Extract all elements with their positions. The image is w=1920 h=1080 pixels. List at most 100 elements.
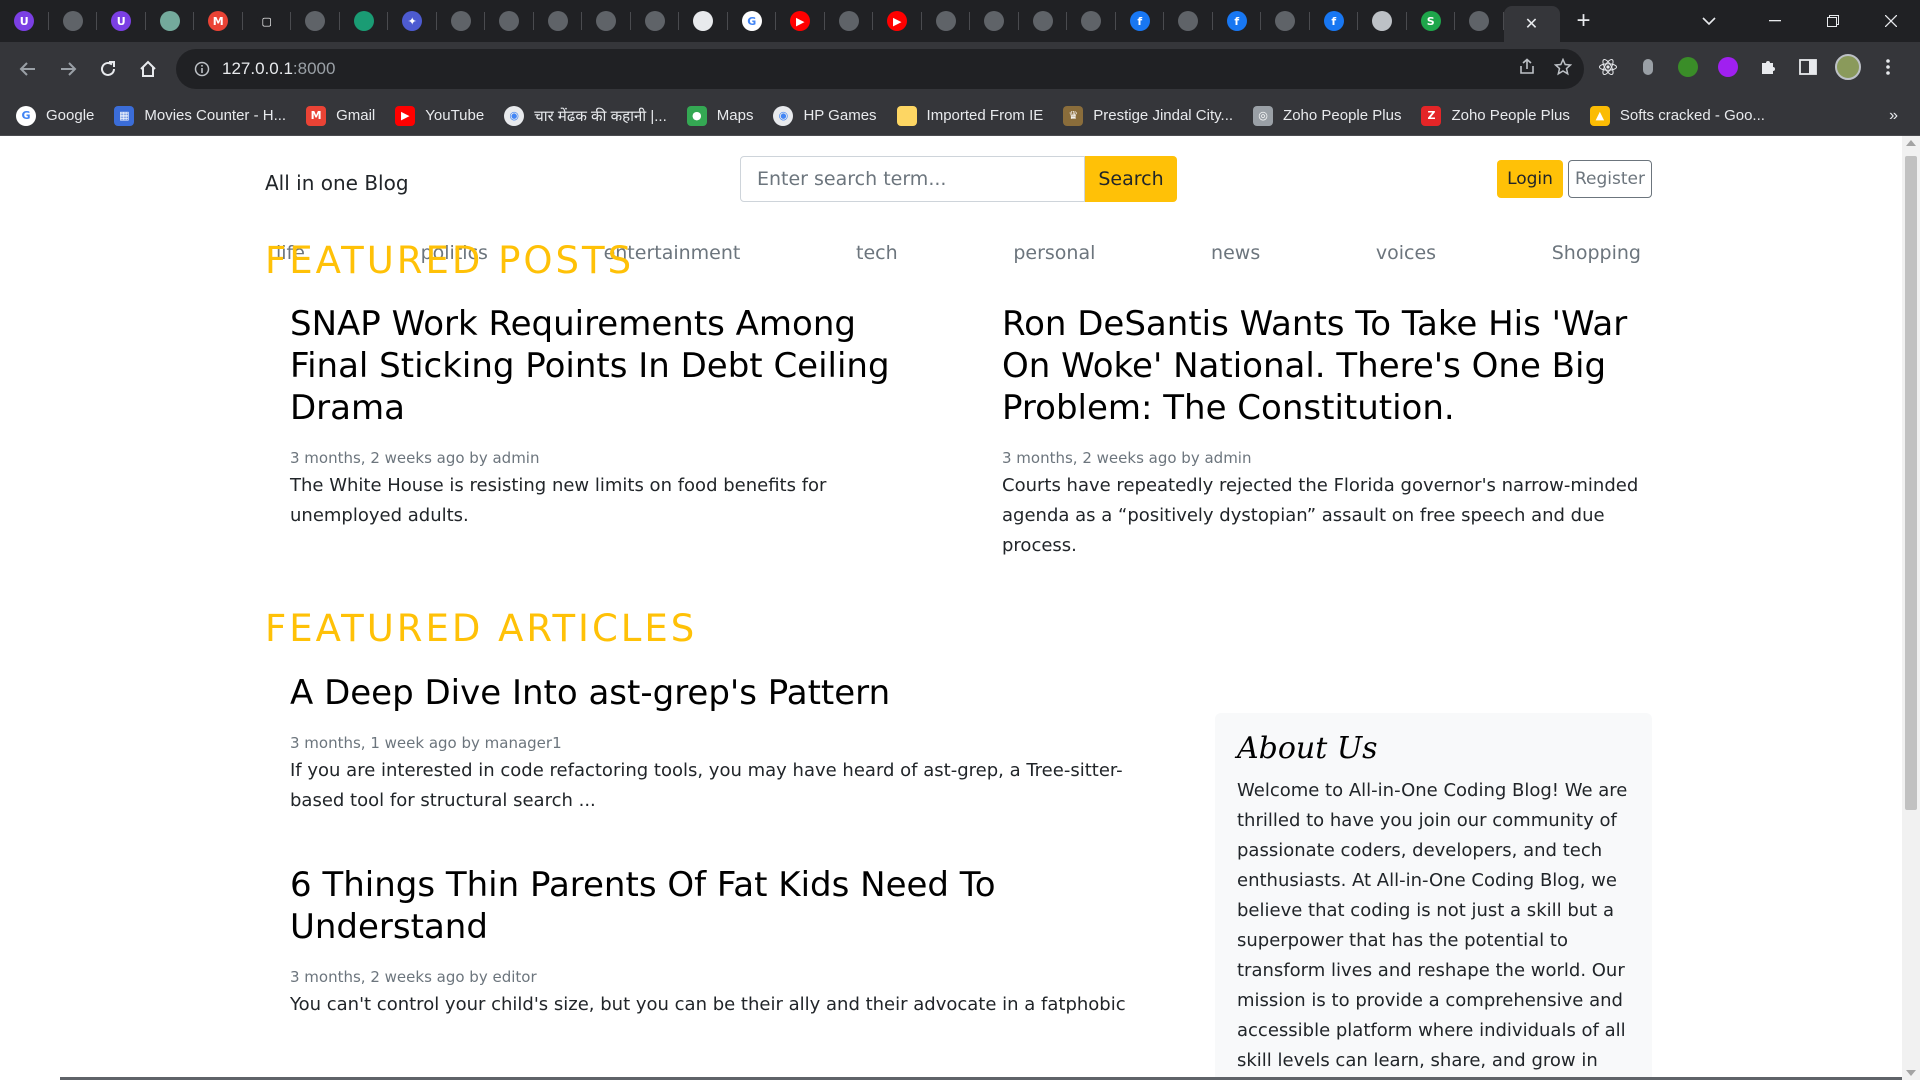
- sparkle-icon: ✦: [402, 11, 423, 31]
- browser-tab[interactable]: [437, 0, 486, 42]
- post-title[interactable]: SNAP Work Requirements Among Final Stick…: [290, 303, 930, 429]
- more-bookmarks-icon[interactable]: »: [1889, 96, 1898, 136]
- browser-tab[interactable]: [534, 0, 583, 42]
- browser-tab[interactable]: G: [728, 0, 777, 42]
- bookmark-item[interactable]: ▲ Softs cracked - Goo...: [1589, 105, 1765, 126]
- browser-tab[interactable]: [582, 0, 631, 42]
- side-panel-icon[interactable]: [1794, 53, 1822, 81]
- extension-gray-icon[interactable]: [1634, 53, 1662, 81]
- page-viewport: All in one Blog Enter search term... Sea…: [0, 136, 1902, 1080]
- browser-tab[interactable]: [49, 0, 98, 42]
- bookmark-label: Movies Counter - H...: [144, 107, 287, 124]
- close-tab-icon[interactable]: ✕: [1525, 14, 1538, 34]
- scroll-up-icon[interactable]: [1906, 140, 1916, 146]
- login-button[interactable]: Login: [1497, 160, 1563, 198]
- browser-tab[interactable]: [922, 0, 971, 42]
- puzzle-icon[interactable]: [1754, 53, 1782, 81]
- page-scrollbar[interactable]: [1902, 136, 1920, 1080]
- bookmark-item[interactable]: ● Maps: [686, 105, 753, 126]
- about-text: Welcome to All-in-One Coding Blog! We ar…: [1237, 780, 1628, 1071]
- browser-tab[interactable]: f: [1213, 0, 1262, 42]
- reload-icon[interactable]: [92, 53, 124, 85]
- about-us-card: About Us Welcome to All-in-One Coding Bl…: [1215, 713, 1652, 1080]
- minimize-icon[interactable]: [1746, 0, 1804, 42]
- browser-tab[interactable]: ▶: [873, 0, 922, 42]
- restore-icon[interactable]: [1804, 0, 1862, 42]
- bookmark-item[interactable]: Z Zoho People Plus: [1421, 105, 1570, 126]
- bookmark-star-icon[interactable]: [1553, 57, 1573, 81]
- profile-avatar[interactable]: [1834, 53, 1862, 81]
- category-news[interactable]: news: [1211, 242, 1260, 264]
- address-bar[interactable]: 127.0.0.1:8000: [176, 49, 1584, 89]
- browser-tab[interactable]: f: [1310, 0, 1359, 42]
- home-icon[interactable]: [132, 53, 164, 85]
- browser-tab[interactable]: [631, 0, 680, 42]
- site-info-icon[interactable]: [182, 61, 222, 77]
- post-title[interactable]: Ron DeSantis Wants To Take His 'War On W…: [1002, 303, 1642, 429]
- browser-tab[interactable]: U: [97, 0, 146, 42]
- globe-icon: [1275, 11, 1296, 31]
- bookmark-item[interactable]: ♛ Prestige Jindal City...: [1063, 105, 1234, 126]
- react-devtools-icon[interactable]: [1594, 53, 1622, 81]
- browser-tab[interactable]: ▢: [243, 0, 292, 42]
- bookmark-item[interactable]: ▦ Movies Counter - H...: [114, 105, 287, 126]
- browser-menu-icon[interactable]: [1874, 53, 1902, 81]
- browser-tab[interactable]: M: [194, 0, 243, 42]
- browser-tab[interactable]: ✦: [388, 0, 437, 42]
- tree-extension-icon[interactable]: [1674, 53, 1702, 81]
- browser-tab[interactable]: U: [0, 0, 49, 42]
- browser-tab[interactable]: [1455, 0, 1504, 42]
- share-icon[interactable]: [1518, 57, 1536, 81]
- site-brand[interactable]: All in one Blog: [265, 171, 409, 195]
- bookmark-item[interactable]: M Gmail: [306, 105, 375, 126]
- bookmark-item[interactable]: ▶ YouTube: [395, 105, 484, 126]
- tab-search-icon[interactable]: [1684, 0, 1734, 42]
- active-tab[interactable]: ✕: [1503, 6, 1560, 42]
- browser-tab[interactable]: [340, 0, 389, 42]
- category-shopping[interactable]: Shopping: [1552, 242, 1641, 264]
- browser-tab[interactable]: [1261, 0, 1310, 42]
- category-voices[interactable]: voices: [1376, 242, 1436, 264]
- browser-tab[interactable]: f: [1116, 0, 1165, 42]
- browser-tab[interactable]: [291, 0, 340, 42]
- close-window-icon[interactable]: [1862, 0, 1920, 42]
- bookmark-item[interactable]: G Google: [16, 105, 94, 126]
- browser-tab[interactable]: [146, 0, 195, 42]
- browser-tab[interactable]: [679, 0, 728, 42]
- folder-icon: [896, 105, 917, 126]
- gmail-icon: M: [208, 11, 229, 31]
- bookmark-item[interactable]: ◉ चार मेंढक की कहानी |...: [504, 105, 667, 126]
- register-button[interactable]: Register: [1568, 160, 1652, 198]
- browser-tab[interactable]: [485, 0, 534, 42]
- bookmark-item[interactable]: ◉ HP Games: [773, 105, 877, 126]
- facebook-icon: f: [1226, 11, 1247, 31]
- article-title[interactable]: A Deep Dive Into ast-grep's Pattern: [290, 672, 1130, 714]
- search-input[interactable]: Enter search term...: [740, 156, 1085, 202]
- browser-tab[interactable]: [1019, 0, 1068, 42]
- featured-article: 6 Things Thin Parents Of Fat Kids Need T…: [290, 864, 1130, 1020]
- bookmark-item[interactable]: ◎ Zoho People Plus: [1253, 105, 1401, 126]
- forward-arrow-icon[interactable]: [52, 53, 84, 85]
- browser-tab[interactable]: [1164, 0, 1213, 42]
- back-arrow-icon[interactable]: [12, 53, 44, 85]
- new-tab-button[interactable]: +: [1560, 0, 1608, 42]
- article-title[interactable]: 6 Things Thin Parents Of Fat Kids Need T…: [290, 864, 1130, 948]
- globe-icon: ◉: [773, 105, 794, 126]
- browser-tab[interactable]: ▶: [776, 0, 825, 42]
- browser-tab[interactable]: [1358, 0, 1407, 42]
- search-button[interactable]: Search: [1085, 156, 1177, 202]
- bookmark-item[interactable]: Imported From IE: [896, 105, 1043, 126]
- url-text[interactable]: 127.0.0.1:8000: [222, 59, 335, 79]
- category-personal[interactable]: personal: [1013, 242, 1095, 264]
- featured-articles-heading: FEATURED ARTICLES: [265, 607, 698, 650]
- scroll-down-icon[interactable]: [1906, 1070, 1916, 1076]
- purple-extension-icon[interactable]: [1714, 53, 1742, 81]
- browser-tab[interactable]: S: [1407, 0, 1456, 42]
- bookmark-label: Prestige Jindal City...: [1093, 107, 1234, 124]
- browser-tab[interactable]: [970, 0, 1019, 42]
- scrollbar-thumb[interactable]: [1905, 156, 1917, 810]
- category-tech[interactable]: tech: [856, 242, 898, 264]
- browser-tab[interactable]: [1067, 0, 1116, 42]
- browser-tab[interactable]: [825, 0, 874, 42]
- github-icon: [450, 11, 471, 31]
